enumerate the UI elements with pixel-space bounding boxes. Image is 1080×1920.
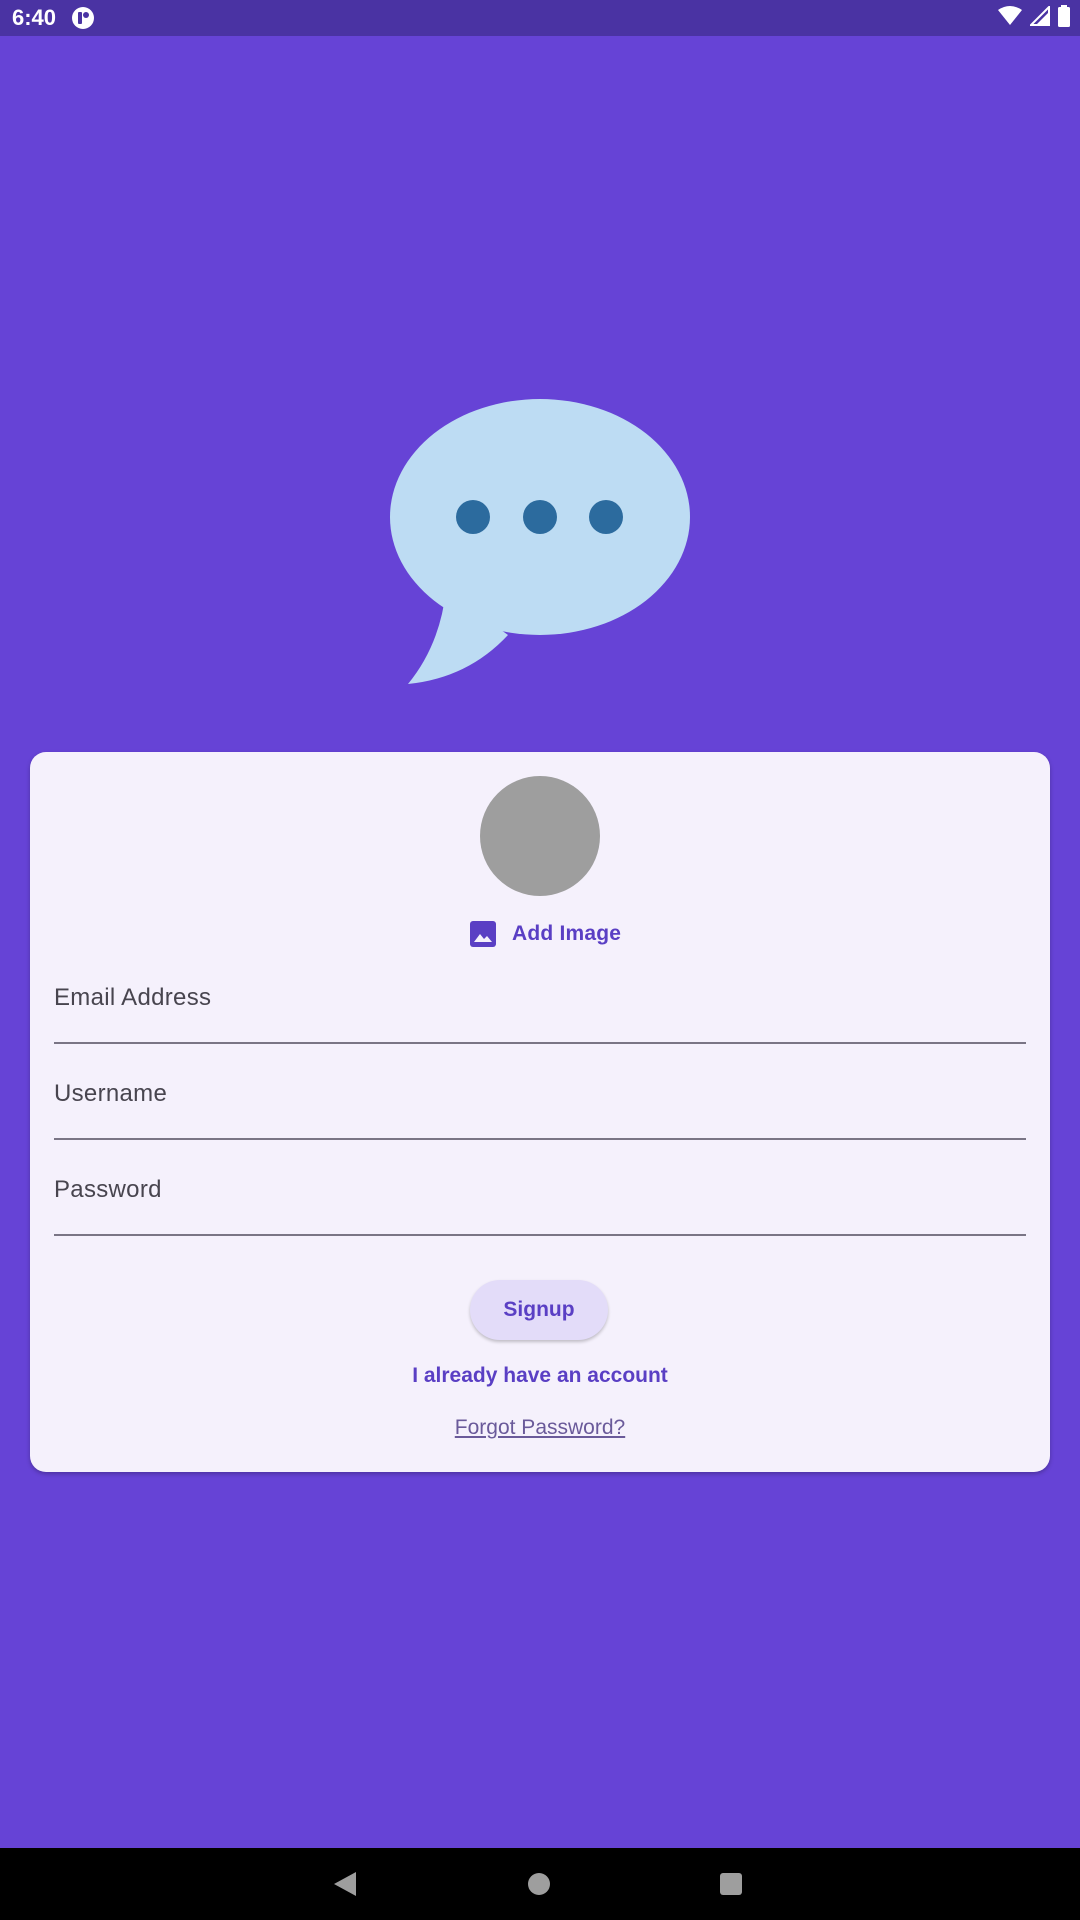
avatar[interactable] — [480, 776, 600, 896]
chat-bubble-icon — [380, 395, 700, 690]
recents-icon[interactable] — [720, 1873, 742, 1895]
cell-signal-icon — [1028, 4, 1050, 31]
password-input[interactable] — [54, 1160, 1030, 1236]
email-input[interactable] — [54, 968, 1030, 1044]
signup-card: Add Image Email Address Username Passwor… — [30, 752, 1050, 1472]
battery-icon — [1058, 4, 1070, 32]
username-field[interactable]: Username — [54, 1064, 1030, 1140]
add-image-label: Add Image — [512, 922, 622, 945]
image-icon — [468, 919, 498, 949]
navigation-bar — [0, 1848, 1080, 1920]
password-field[interactable]: Password — [54, 1160, 1030, 1236]
status-time: 6:40 — [12, 5, 57, 30]
signup-button[interactable]: Signup — [470, 1280, 608, 1340]
status-icons — [998, 4, 1070, 32]
add-image-button[interactable]: Add Image — [460, 914, 629, 954]
back-icon[interactable] — [334, 1872, 356, 1896]
have-account-link[interactable]: I already have an account — [30, 1364, 1050, 1388]
email-field[interactable]: Email Address — [54, 968, 1030, 1044]
status-bar: 6:40 — [0, 0, 1080, 36]
app-notification-icon — [71, 6, 95, 30]
username-input[interactable] — [54, 1064, 1030, 1140]
forgot-password-link[interactable]: Forgot Password? — [30, 1416, 1050, 1440]
home-icon[interactable] — [528, 1873, 550, 1895]
wifi-icon — [998, 5, 1022, 31]
